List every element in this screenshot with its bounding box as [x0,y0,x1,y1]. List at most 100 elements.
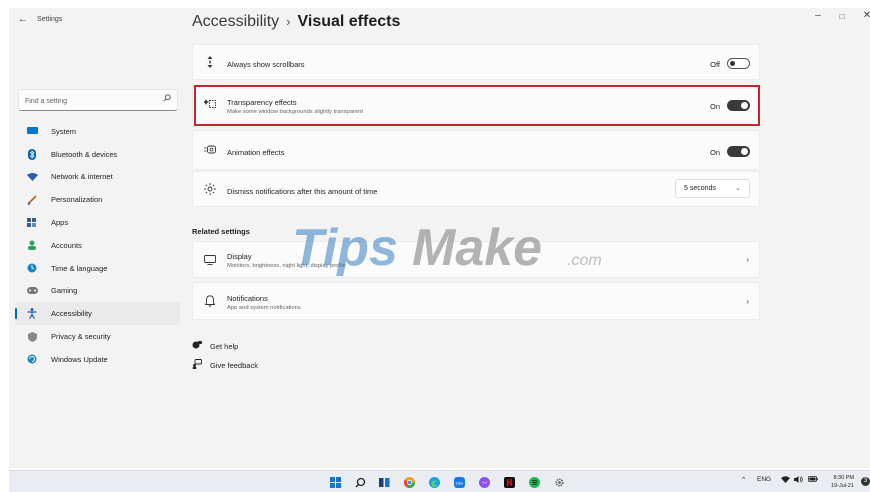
give-feedback-link[interactable]: Give feedback [192,359,258,371]
toggle-state-label: On [709,148,720,157]
transparency-toggle[interactable] [727,100,750,111]
sidebar-item-time-language[interactable]: Time & language [15,257,180,280]
sidebar-nav: System Bluetooth & devices Network & int… [15,120,180,371]
minimize-button[interactable]: – [808,10,828,21]
spotify-icon[interactable] [528,476,540,488]
svg-text:Zalo: Zalo [455,480,464,485]
accounts-icon [26,239,38,251]
bell-icon [203,295,217,309]
netflix-icon[interactable] [503,476,515,488]
breadcrumb-parent[interactable]: Accessibility [192,13,279,30]
get-help-label: Get help [210,341,239,351]
search-icon[interactable] [354,476,366,488]
notification-badge[interactable]: 3 [861,477,870,486]
maximize-button[interactable]: □ [832,12,852,21]
search-input[interactable] [19,91,149,112]
related-title: Display [227,252,252,261]
sidebar-item-personalization[interactable]: Personalization [15,188,180,211]
toggle-state-label: Off [710,60,720,69]
scrollbars-toggle[interactable] [727,58,750,69]
app-title: Settings [37,16,63,23]
sidebar-item-privacy[interactable]: Privacy & security [15,325,180,348]
related-settings-heading: Related settings [192,227,250,236]
sidebar-item-label: Accounts [51,240,82,250]
chrome-icon[interactable] [403,476,415,488]
zalo-icon[interactable]: Zalo [453,476,465,488]
start-icon[interactable] [329,476,341,488]
chevron-right-icon: › [746,255,749,264]
dropdown-selected-value: 5 seconds [684,185,716,192]
setting-title: Animation effects [227,148,285,157]
setting-title: Transparency effects [227,98,297,107]
sidebar-item-label: Time & language [51,263,108,273]
sidebar-item-windows-update[interactable]: Windows Update [15,348,180,371]
sidebar-item-label: System [51,126,77,136]
sidebar-item-label: Accessibility [51,309,92,319]
related-display[interactable]: Display Monitors, brightness, night ligh… [192,241,760,278]
language-indicator[interactable]: ENG [757,476,771,483]
notification-timeout-dropdown[interactable]: 5 seconds ⌄ [675,179,750,198]
related-subtitle: Monitors, brightness, night light, displ… [227,263,346,269]
page-title: Visual effects [297,13,401,30]
sidebar-item-accessibility[interactable]: Accessibility [15,302,180,326]
sidebar-item-network[interactable]: Network & internet [15,166,180,189]
sidebar-item-label: Gaming [51,286,78,296]
transparency-icon [203,99,217,111]
setting-transparency-effects: Transparency effects Make some window ba… [192,86,760,125]
scrollbar-icon [203,56,217,70]
globe-clock-icon [26,262,38,274]
title-bar: ← Settings – □ ✕ [9,8,870,34]
animation-icon [203,145,217,156]
apps-icon [26,217,38,229]
wifi-tray-icon[interactable] [781,476,790,485]
bluetooth-icon [26,148,38,160]
breadcrumb: Accessibility › Visual effects [192,13,400,31]
setting-title: Always show scrollbars [227,60,305,69]
sidebar-item-accounts[interactable]: Accounts [15,234,180,257]
sidebar-item-label: Windows Update [51,354,108,364]
sidebar-item-label: Privacy & security [51,332,111,342]
battery-icon[interactable] [808,476,818,484]
search-box[interactable] [18,89,178,112]
volume-icon[interactable] [794,476,803,485]
taskbar-clock[interactable]: 8:30 PM 19-Jul-21 [831,474,854,490]
setting-animation-effects: Animation effects On [192,130,760,170]
back-button[interactable]: ← [18,14,28,25]
edge-icon[interactable] [428,476,440,488]
sidebar-item-system[interactable]: System [15,120,180,143]
monitor-icon [203,255,217,267]
sidebar-item-label: Bluetooth & devices [51,149,118,159]
animation-toggle[interactable] [727,146,750,157]
sun-icon [203,183,217,197]
give-feedback-label: Give feedback [210,360,258,370]
brush-icon [26,194,38,206]
accessibility-icon [26,308,38,320]
setting-title: Dismiss notifications after this amount … [227,187,378,196]
sidebar-item-apps[interactable]: Apps [15,211,180,234]
sidebar-item-label: Network & internet [51,172,113,182]
sidebar-item-label: Personalization [51,195,103,205]
settings-gear-icon[interactable] [553,476,565,488]
taskbar: Zalo ^ ENG 8:30 PM 19-Jul-21 3 [9,470,870,492]
help-icon [192,340,204,352]
sidebar-item-bluetooth[interactable]: Bluetooth & devices [15,143,180,166]
search-icon[interactable] [163,94,171,104]
get-help-link[interactable]: Get help [192,340,238,352]
tray-overflow-icon[interactable]: ^ [742,476,745,483]
clock-time: 8:30 PM [833,475,854,481]
setting-subtitle: Make some window backgrounds slightly tr… [227,109,363,115]
update-icon [26,353,38,365]
gamepad-icon [26,285,38,297]
task-view-icon[interactable] [378,476,390,488]
sidebar-item-label: Apps [51,218,69,228]
shield-icon [26,331,38,343]
toggle-state-label: On [709,102,720,111]
close-button[interactable]: ✕ [857,10,870,21]
messenger-icon[interactable] [478,476,490,488]
sidebar-item-gaming[interactable]: Gaming [15,280,180,303]
clock-date: 19-Jul-21 [831,483,854,489]
chevron-right-icon: › [746,297,749,306]
related-subtitle: App and system notifications [227,305,301,311]
related-notifications[interactable]: Notifications App and system notificatio… [192,282,760,320]
setting-dismiss-notifications: Dismiss notifications after this amount … [192,171,760,207]
